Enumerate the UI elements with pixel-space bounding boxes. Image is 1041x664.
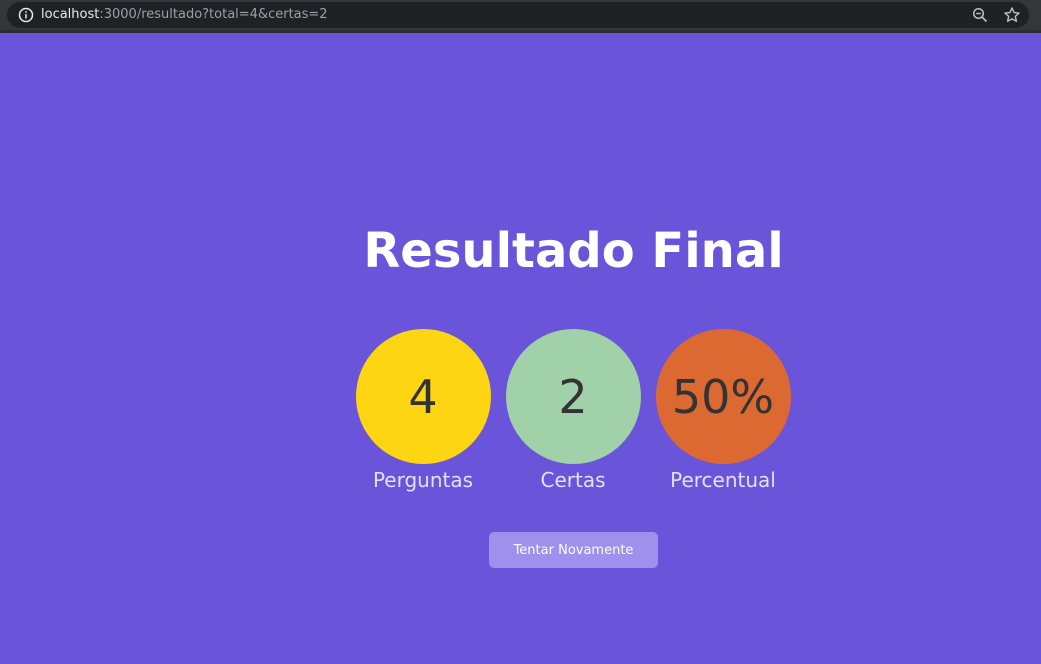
stat-percentual: 50% Percentual	[648, 329, 798, 493]
browser-toolbar: localhost:3000/resultado?total=4&certas=…	[0, 0, 1041, 33]
percentual-label: Percentual	[670, 468, 776, 492]
certas-circle: 2	[505, 329, 641, 464]
bookmark-star-icon[interactable]	[1003, 6, 1021, 24]
stat-certas: 2 Certas	[498, 329, 648, 493]
address-bar[interactable]: localhost:3000/resultado?total=4&certas=…	[7, 2, 1029, 28]
retry-button[interactable]: Tentar Novamente	[489, 532, 658, 568]
stat-perguntas: 4 Perguntas	[348, 329, 498, 493]
page-title: Resultado Final	[363, 223, 784, 279]
result-page: Resultado Final 4 Perguntas 2 Certas 50%…	[0, 33, 1041, 664]
url-host: localhost	[41, 7, 100, 22]
zoom-out-icon[interactable]	[972, 7, 988, 23]
percentual-circle: 50%	[655, 329, 791, 464]
url-path: :3000/resultado?total=4&certas=2	[99, 7, 328, 22]
perguntas-circle: 4	[355, 329, 491, 464]
certas-label: Certas	[540, 468, 606, 492]
info-icon[interactable]	[18, 7, 34, 23]
url-text[interactable]: localhost:3000/resultado?total=4&certas=…	[41, 7, 328, 23]
perguntas-label: Perguntas	[372, 468, 474, 492]
